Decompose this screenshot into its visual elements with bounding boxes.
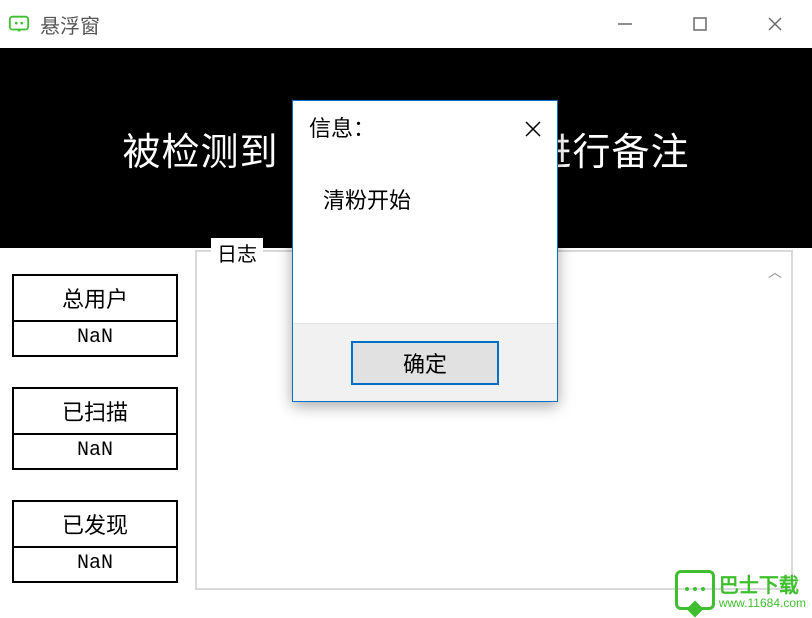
stat-value: NaN [14, 435, 176, 468]
watermark: 巴士下载 www.11684.com [675, 570, 806, 610]
dialog-message: 清粉开始 [323, 188, 411, 213]
dialog-body: 清粉开始 [293, 153, 557, 323]
stat-total-users: 总用户 NaN [12, 274, 178, 357]
watermark-name: 巴士下载 [719, 575, 806, 597]
watermark-text: 巴士下载 www.11684.com [719, 575, 806, 610]
stats-column: 总用户 NaN 已扫描 NaN 已发现 NaN [0, 248, 190, 613]
info-dialog: 信息： 清粉开始 确定 [292, 100, 558, 402]
watermark-url: www.11684.com [719, 597, 806, 610]
dialog-close-button[interactable] [515, 111, 551, 147]
dialog-title: 信息： [309, 111, 375, 143]
scroll-up-icon[interactable]: ︿ [763, 260, 787, 284]
stat-label: 已发现 [14, 502, 176, 548]
dialog-footer: 确定 [293, 323, 557, 401]
minimize-button[interactable] [587, 0, 662, 48]
stat-value: NaN [14, 548, 176, 581]
maximize-button[interactable] [662, 0, 737, 48]
stat-scanned: 已扫描 NaN [12, 387, 178, 470]
app-icon [8, 13, 30, 35]
watermark-icon [675, 570, 715, 610]
close-button[interactable] [737, 0, 812, 48]
stat-value: NaN [14, 322, 176, 355]
titlebar: 悬浮窗 [0, 0, 812, 48]
window-title: 悬浮窗 [40, 10, 100, 39]
log-scrollbar[interactable]: ︿ [763, 260, 787, 580]
dialog-header: 信息： [293, 101, 557, 153]
banner-text-left: 被检测到 [122, 121, 278, 176]
stat-found: 已发现 NaN [12, 500, 178, 583]
stat-label: 已扫描 [14, 389, 176, 435]
stat-label: 总用户 [14, 276, 176, 322]
ok-button[interactable]: 确定 [351, 341, 499, 385]
log-label: 日志 [211, 238, 263, 267]
window-controls [587, 0, 812, 48]
